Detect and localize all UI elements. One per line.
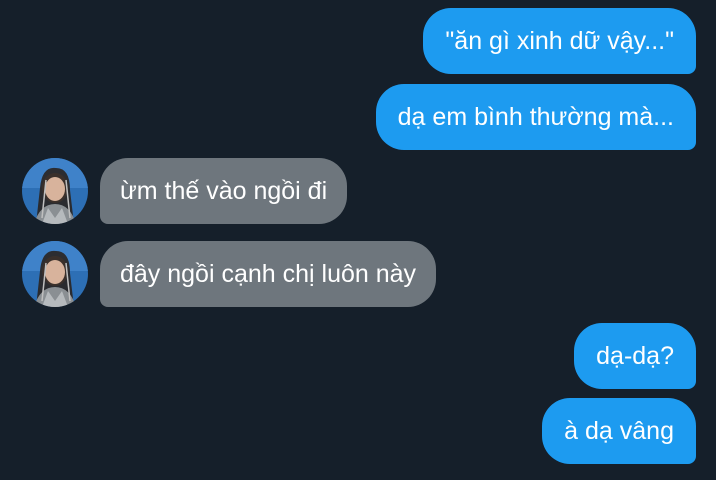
avatar-photo-icon: [22, 158, 88, 224]
message-text: dạ em bình thường mà...: [397, 102, 674, 131]
message-bubble-outgoing[interactable]: dạ-dạ?: [574, 323, 696, 389]
message-text: dạ-dạ?: [596, 341, 674, 370]
message-bubble-outgoing[interactable]: "ăn gì xinh dữ vậy...": [423, 8, 696, 74]
message-text: đây ngồi cạnh chị luôn này: [120, 259, 417, 288]
message-bubble-outgoing[interactable]: dạ em bình thường mà...: [375, 84, 696, 150]
avatar[interactable]: [22, 241, 88, 307]
avatar[interactable]: [22, 158, 88, 224]
avatar-photo-icon: [22, 241, 88, 307]
message-bubble-incoming[interactable]: đây ngồi cạnh chị luôn này: [100, 241, 437, 307]
chat-thread: "ăn gì xinh dữ vậy..." dạ em bình thường…: [0, 0, 716, 480]
message-text: "ăn gì xinh dữ vậy...": [445, 26, 674, 55]
message-text: ừm thế vào ngồi đi: [120, 176, 328, 205]
message-bubble-incoming[interactable]: ừm thế vào ngồi đi: [100, 158, 348, 224]
message-bubble-outgoing[interactable]: à dạ vâng: [542, 398, 696, 464]
message-text: à dạ vâng: [564, 416, 674, 445]
